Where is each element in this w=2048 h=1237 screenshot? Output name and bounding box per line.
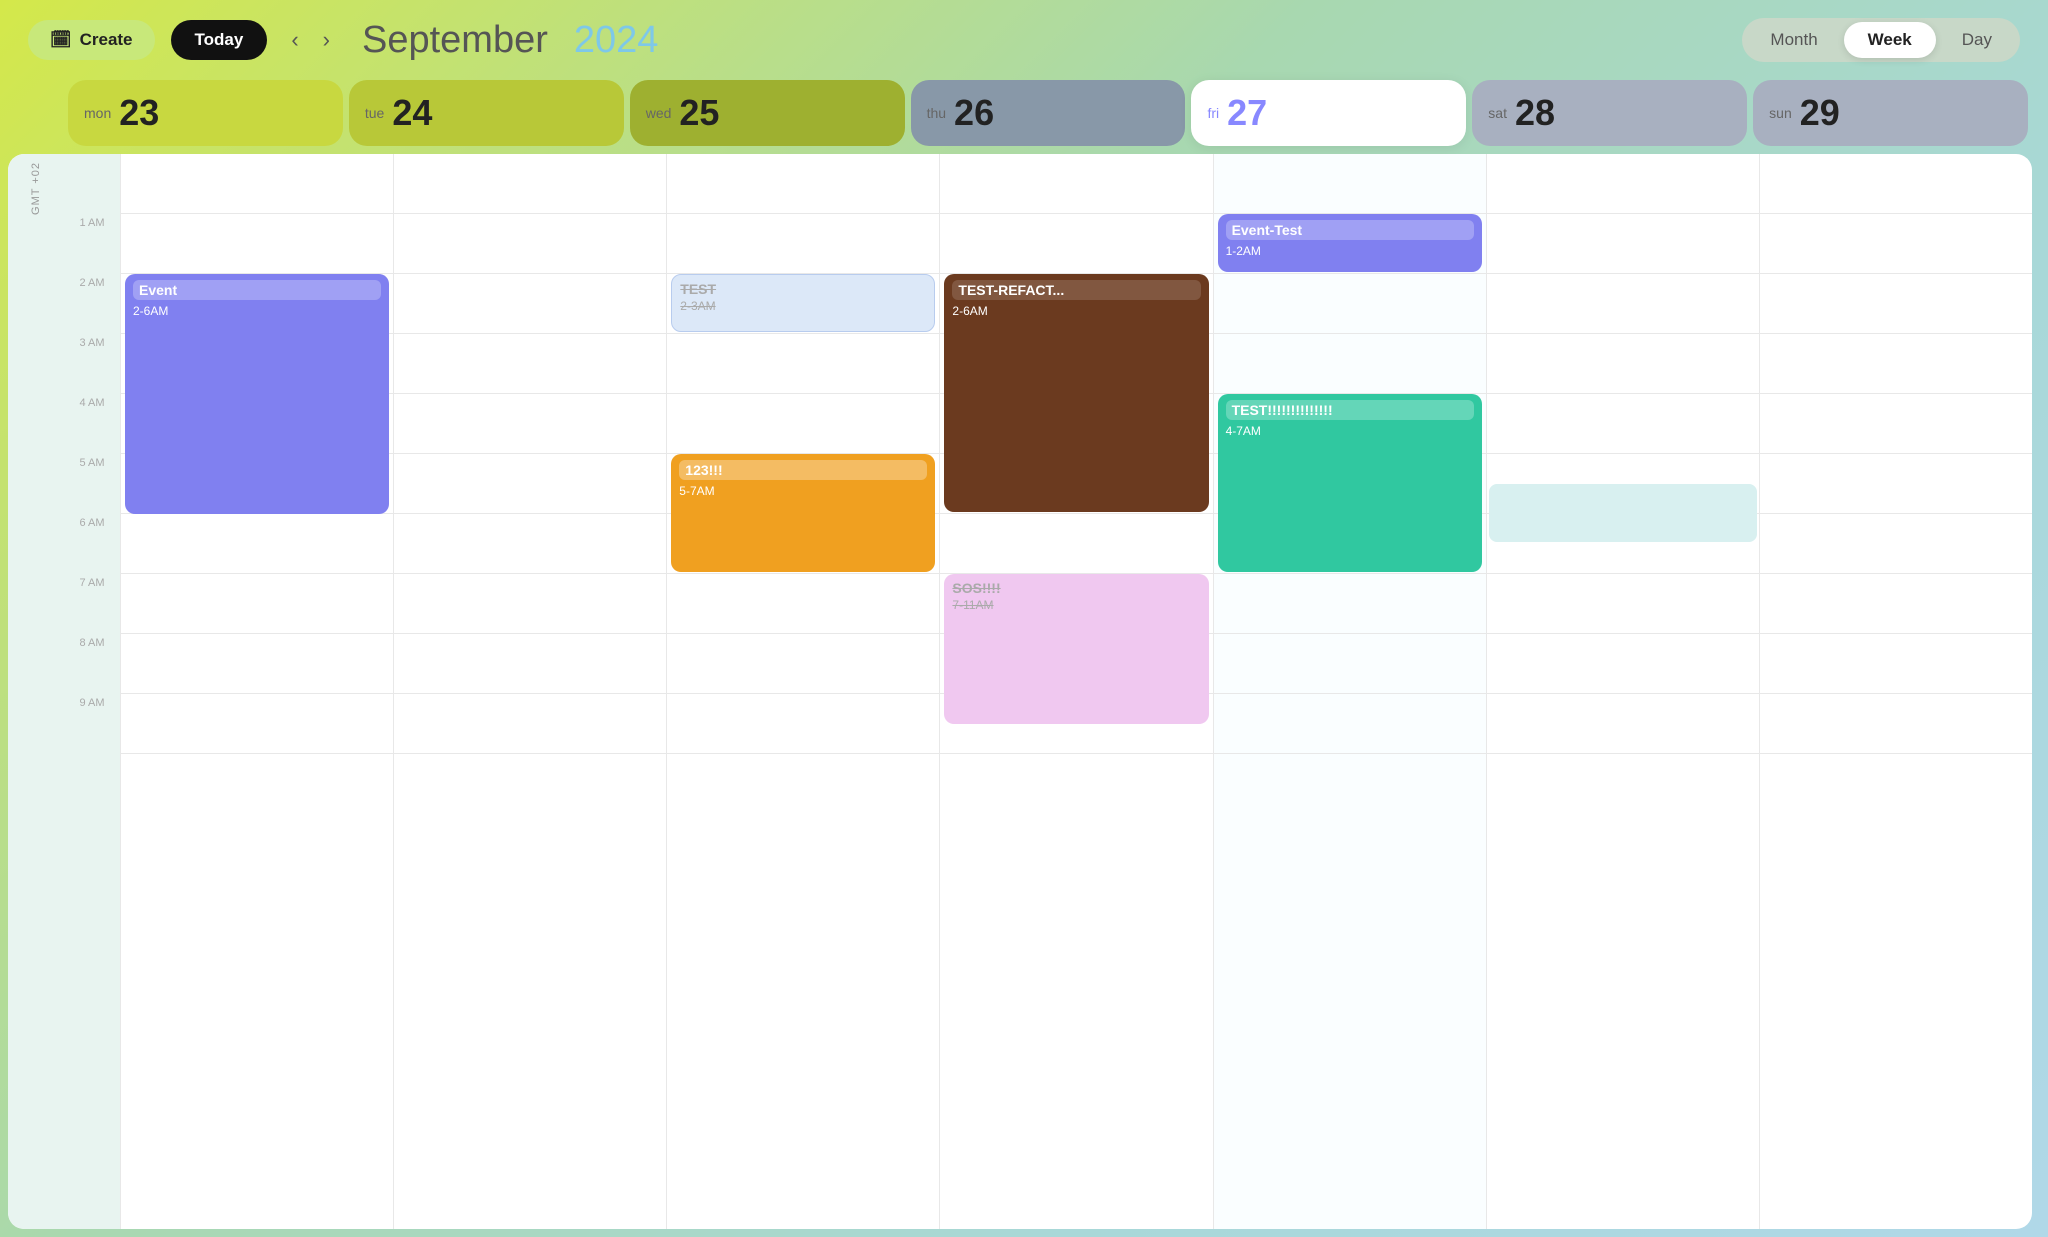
day-col-sun [1759,154,2032,1229]
time-label-3am: 3 AM [64,334,120,394]
time-label-5am: 5 AM [64,454,120,514]
day-num-wed: 25 [679,92,719,134]
view-month[interactable]: Month [1746,22,1841,58]
view-switcher: Month Week Day [1742,18,2020,62]
day-header-wed[interactable]: wed 25 [630,80,905,146]
event-title: Event-Test [1232,222,1303,238]
day-header-sun[interactable]: sun 29 [1753,80,2028,146]
day-col-mon: Event 2-6AM [120,154,393,1229]
day-num-thu: 26 [954,92,994,134]
day-name-wed: wed [646,105,672,121]
create-button[interactable]: 🗓 Create [28,20,155,60]
event-title: SOS!!!! [952,580,1200,596]
event-time: 2-6AM [133,304,381,318]
event-sat-light[interactable] [1489,484,1757,542]
calendar-body: GMT +02 1 AM 2 AM 3 AM 4 AM 5 AM 6 AM 7 … [8,154,2032,1229]
day-num-tue: 24 [392,92,432,134]
event-title: TEST-REFACT... [952,280,1200,300]
today-button[interactable]: Today [171,20,268,60]
event-title: TEST [680,281,926,297]
day-name-sat: sat [1488,105,1507,121]
prev-button[interactable]: ‹ [283,23,306,57]
event-title: 123!!! [685,462,722,478]
time-label-6am: 6 AM [64,514,120,574]
event-title: Event [139,282,177,298]
year-title: 2024 [574,19,659,62]
event-wed-123[interactable]: 123!!! 5-7AM [671,454,935,572]
day-headers: mon 23 tue 24 wed 25 thu 26 fri 27 sat 2… [64,80,2032,146]
day-name-mon: mon [84,105,111,121]
event-title: TEST!!!!!!!!!!!!!! [1232,402,1333,418]
view-week[interactable]: Week [1844,22,1936,58]
event-time: 2-6AM [952,304,1200,318]
day-header-sat[interactable]: sat 28 [1472,80,1747,146]
time-label-9am: 9 AM [64,694,120,754]
time-label-1am: 1 AM [64,214,120,274]
next-button[interactable]: › [315,23,338,57]
day-col-thu: TEST-REFACT... 2-6AM SOS!!!! 7-11AM [939,154,1212,1229]
app-container: 🗓 Create Today ‹ › September 2024 Month … [0,0,2048,1237]
month-title: September [362,19,548,62]
time-labels: GMT +02 [8,154,64,1229]
time-slots-col: 1 AM 2 AM 3 AM 4 AM 5 AM 6 AM 7 AM 8 AM … [64,154,120,1229]
day-header-thu[interactable]: thu 26 [911,80,1186,146]
day-header-tue[interactable]: tue 24 [349,80,624,146]
event-time: 4-7AM [1226,424,1474,438]
gmt-label: GMT +02 [8,154,64,1229]
day-num-sat: 28 [1515,92,1555,134]
day-header-mon[interactable]: mon 23 [68,80,343,146]
time-label-0 [64,154,120,214]
event-time: 7-11AM [952,598,1200,612]
header: 🗓 Create Today ‹ › September 2024 Month … [0,0,2048,80]
day-col-fri: Event-Test 1-2AM TEST!!!!!!!!!!!!!! 4-7A… [1213,154,1486,1229]
event-thu-sos[interactable]: SOS!!!! 7-11AM [944,574,1208,724]
day-columns: Event 2-6AM [120,154,2032,1229]
day-col-sat [1486,154,1759,1229]
nav-arrows: ‹ › [283,23,338,57]
day-name-fri: fri [1207,105,1219,121]
day-name-sun: sun [1769,105,1792,121]
event-wed-test[interactable]: TEST 2-3AM [671,274,935,332]
day-name-tue: tue [365,105,384,121]
day-num-mon: 23 [119,92,159,134]
view-day[interactable]: Day [1938,22,2016,58]
day-num-fri: 27 [1227,92,1267,134]
day-header-fri[interactable]: fri 27 [1191,80,1466,146]
day-col-tue [393,154,666,1229]
scroll-area[interactable]: 1 AM 2 AM 3 AM 4 AM 5 AM 6 AM 7 AM 8 AM … [64,154,2032,1229]
event-fri-test-ex[interactable]: TEST!!!!!!!!!!!!!! 4-7AM [1218,394,1482,572]
event-time: 1-2AM [1226,244,1474,258]
day-col-wed: TEST 2-3AM 123!!! 5-7AM [666,154,939,1229]
calendar-icon: 🗓 [50,30,72,50]
time-label-4am: 4 AM [64,394,120,454]
event-thu-refact[interactable]: TEST-REFACT... 2-6AM [944,274,1208,512]
event-time: 2-3AM [680,299,926,313]
time-label-2am: 2 AM [64,274,120,334]
event-time: 5-7AM [679,484,927,498]
event-fri-event-test[interactable]: Event-Test 1-2AM [1218,214,1482,272]
time-label-8am: 8 AM [64,634,120,694]
time-label-7am: 7 AM [64,574,120,634]
event-mon-event[interactable]: Event 2-6AM [125,274,389,514]
day-num-sun: 29 [1800,92,1840,134]
day-name-thu: thu [927,105,946,121]
